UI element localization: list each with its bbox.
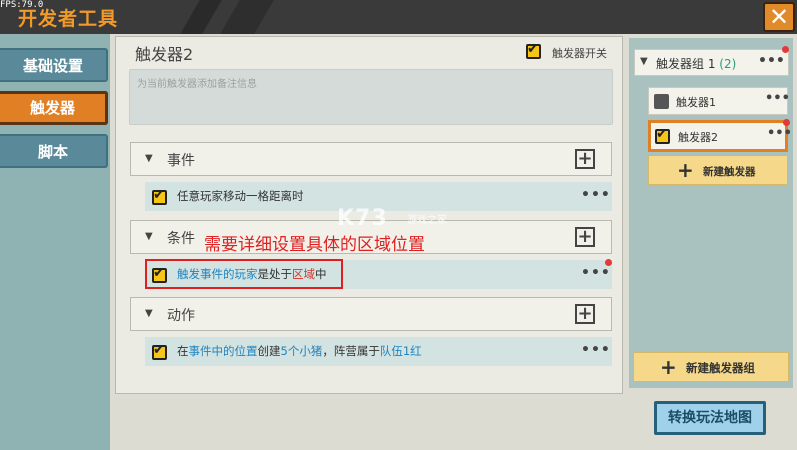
action-text-segment: 创建 bbox=[257, 344, 281, 358]
trigger-toggle-label: 触发器开关 bbox=[552, 47, 607, 60]
trigger-list-item[interactable]: 触发器1 ••• bbox=[648, 87, 790, 115]
more-icon[interactable]: ••• bbox=[767, 126, 792, 141]
action-text-segment: 在 bbox=[177, 344, 189, 358]
trigger-list-item-selected[interactable]: 触发器2 ••• bbox=[648, 120, 792, 152]
trigger-item-label: 触发器2 bbox=[678, 131, 718, 144]
new-trigger-group-button[interactable]: + 新建触发器组 bbox=[633, 352, 789, 382]
note-placeholder: 为当前触发器添加备注信息 bbox=[137, 79, 257, 90]
more-icon[interactable]: ••• bbox=[758, 53, 785, 69]
add-action-button[interactable]: + bbox=[575, 304, 595, 324]
condition-row-text: 触发事件的玩家是处于区域中 bbox=[177, 266, 327, 282]
app-title: 开发者工具 bbox=[18, 8, 119, 30]
collapse-arrow-icon: ▼ bbox=[145, 308, 153, 319]
annotation-text: 需要详细设置具体的区域位置 bbox=[204, 235, 425, 255]
action-param-position[interactable]: 事件中的位置 bbox=[189, 344, 258, 358]
condition-section-title: 条件 bbox=[167, 231, 195, 247]
sidebar-item-label: 脚本 bbox=[37, 143, 68, 161]
action-param-creature[interactable]: 小猪 bbox=[299, 344, 322, 358]
condition-row[interactable]: 触发事件的玩家是处于区域中 ••• bbox=[145, 260, 612, 289]
sidebar-item-basic-settings[interactable]: 基础设置 bbox=[0, 48, 108, 82]
action-row[interactable]: 在事件中的位置创建5个小猪，阵营属于队伍1红 ••• bbox=[145, 337, 612, 366]
add-event-button[interactable]: + bbox=[575, 149, 595, 169]
close-icon: ✕ bbox=[768, 3, 790, 31]
new-trigger-group-label: 新建触发器组 bbox=[686, 361, 755, 375]
condition-param-area[interactable]: 区域 bbox=[292, 267, 315, 281]
plus-icon: + bbox=[660, 355, 677, 379]
plus-icon: + bbox=[577, 226, 593, 247]
collapse-arrow-icon: ▼ bbox=[145, 231, 153, 242]
action-section-header[interactable]: ▼ 动作 + bbox=[130, 297, 612, 331]
plus-icon: + bbox=[577, 148, 593, 169]
action-text-segment: ，阵营属于 bbox=[322, 344, 380, 358]
switch-map-button[interactable]: 转换玩法地图 bbox=[654, 401, 766, 435]
action-section-title: 动作 bbox=[167, 308, 195, 324]
title-bar-stripe bbox=[180, 0, 222, 34]
switch-map-label: 转换玩法地图 bbox=[668, 410, 752, 426]
action-param-team[interactable]: 队伍1红 bbox=[380, 344, 422, 358]
trigger-group-count: (2) bbox=[719, 57, 737, 71]
notification-dot bbox=[783, 119, 790, 126]
trigger-group-name: 触发器组 1 (2) bbox=[656, 55, 736, 72]
action-row-checkbox[interactable] bbox=[152, 342, 167, 360]
sidebar: 基础设置 触发器 脚本 bbox=[0, 34, 110, 450]
more-icon[interactable]: ••• bbox=[581, 187, 611, 203]
trigger-group-title: 触发器组 1 bbox=[656, 57, 716, 71]
watermark-subtitle: 游戏之家 bbox=[407, 215, 447, 226]
close-button[interactable]: ✕ bbox=[763, 2, 795, 32]
plus-icon: + bbox=[577, 303, 593, 324]
condition-text-segment: 中 bbox=[315, 267, 327, 281]
trigger-item-checkbox[interactable] bbox=[654, 94, 669, 109]
title-bar bbox=[0, 0, 797, 34]
event-row-checkbox[interactable] bbox=[152, 187, 167, 205]
condition-param-player[interactable]: 触发事件的玩家 bbox=[177, 267, 258, 281]
condition-row-checkbox[interactable] bbox=[152, 265, 167, 283]
trigger-name: 触发器2 bbox=[135, 45, 194, 64]
event-row-text: 任意玩家移动一格距离时 bbox=[177, 189, 304, 203]
action-row-text: 在事件中的位置创建5个小猪，阵营属于队伍1红 bbox=[177, 343, 422, 359]
sidebar-item-scripts[interactable]: 脚本 bbox=[0, 134, 108, 168]
collapse-arrow-icon: ▼ bbox=[640, 56, 648, 67]
more-icon[interactable]: ••• bbox=[765, 91, 790, 106]
trigger-item-label: 触发器1 bbox=[676, 96, 716, 109]
new-trigger-label: 新建触发器 bbox=[703, 166, 756, 178]
trigger-item-checkbox[interactable] bbox=[655, 126, 670, 144]
collapse-arrow-icon: ▼ bbox=[145, 153, 153, 164]
add-condition-button[interactable]: + bbox=[575, 227, 595, 247]
action-param-count[interactable]: 5个 bbox=[281, 344, 300, 358]
event-section-title: 事件 bbox=[167, 153, 195, 169]
notification-dot bbox=[605, 259, 612, 266]
sidebar-item-label: 触发器 bbox=[29, 99, 75, 117]
plus-icon: + bbox=[677, 158, 694, 182]
sidebar-item-triggers[interactable]: 触发器 bbox=[0, 91, 108, 125]
sidebar-item-label: 基础设置 bbox=[22, 57, 83, 75]
condition-text-segment: 是处于 bbox=[257, 267, 293, 281]
watermark-logo: K73 bbox=[337, 206, 388, 231]
new-trigger-button[interactable]: + 新建触发器 bbox=[648, 155, 788, 185]
more-icon[interactable]: ••• bbox=[581, 342, 611, 358]
more-icon[interactable]: ••• bbox=[581, 265, 611, 281]
trigger-toggle-checkbox[interactable] bbox=[526, 41, 541, 59]
notification-dot bbox=[782, 46, 789, 53]
event-section-header[interactable]: ▼ 事件 + bbox=[130, 142, 612, 176]
